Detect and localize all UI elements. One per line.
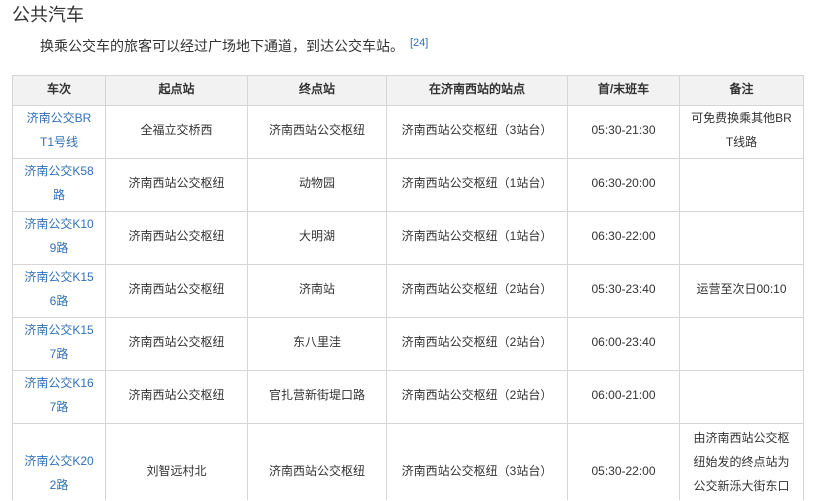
first-last-bus-cell: 06:00-23:40 <box>567 317 680 371</box>
column-header-route: 车次 <box>12 75 106 106</box>
note-cell: 由济南西站公交枢纽始发的终点站为公交新泺大街东口 <box>679 423 804 500</box>
column-header-hours: 首/末班车 <box>567 75 680 106</box>
first-last-bus-cell: 06:30-20:00 <box>567 158 680 212</box>
intro-text: 换乘公交车的旅客可以经过广场地下通道，到达公交车站。 <box>40 38 404 54</box>
column-header-end: 终点站 <box>247 75 387 106</box>
route-link[interactable]: 济南公交K109路 <box>24 212 95 260</box>
table-row: 济南公交K156路 济南西站公交枢纽 济南站 济南西站公交枢纽（2站台） 05:… <box>12 264 804 318</box>
reference-link[interactable]: [24] <box>410 37 428 49</box>
route-link[interactable]: 济南公交BRT1号线 <box>24 106 95 154</box>
note-text: 由济南西站公交枢纽始发的终点站为公交新泺大街东口 <box>693 431 790 493</box>
first-last-bus-cell: 06:00-21:00 <box>567 370 680 424</box>
first-last-bus-cell: 05:30-22:00 <box>567 423 680 500</box>
header-row: 车次 起点站 终点站 在济南西站的站点 首/末班车 备注 <box>12 75 804 106</box>
route-cell: 济南公交K156路 <box>12 264 106 318</box>
jinan-west-stop-cell: 济南西站公交枢纽（2站台） <box>386 264 568 318</box>
note-cell: 运营至次日00:10 <box>679 264 804 318</box>
column-header-stop: 在济南西站的站点 <box>386 75 568 106</box>
route-cell: 济南公交BRT1号线 <box>12 105 106 159</box>
end-stop-cell: 官扎营新街堤口路 <box>247 370 387 424</box>
note-cell <box>679 370 804 424</box>
jinan-west-stop-cell: 济南西站公交枢纽（1站台） <box>386 158 568 212</box>
route-link[interactable]: 济南公交K167路 <box>24 371 95 419</box>
table-row: 济南公交K202路 刘智远村北 济南西站公交枢纽 济南西站公交枢纽（3站台） 0… <box>12 423 804 500</box>
intro-paragraph: 换乘公交车的旅客可以经过广场地下通道，到达公交车站。 [24] <box>12 35 813 57</box>
start-stop-cell: 济南西站公交枢纽 <box>105 158 248 212</box>
column-header-start: 起点站 <box>105 75 248 106</box>
start-stop-cell: 济南西站公交枢纽 <box>105 264 248 318</box>
note-text: 可免费换乘其他BRT线路 <box>691 111 792 149</box>
table-row: 济南公交K157路 济南西站公交枢纽 东八里洼 济南西站公交枢纽（2站台） 06… <box>12 317 804 371</box>
bus-routes-table: 车次 起点站 终点站 在济南西站的站点 首/末班车 备注 济南公交BRT1号线 … <box>12 75 804 500</box>
end-stop-cell: 济南西站公交枢纽 <box>247 105 387 159</box>
note-cell <box>679 211 804 265</box>
jinan-west-stop-cell: 济南西站公交枢纽（2站台） <box>386 317 568 371</box>
end-stop-cell: 大明湖 <box>247 211 387 265</box>
route-cell: 济南公交K157路 <box>12 317 106 371</box>
first-last-bus-cell: 05:30-23:40 <box>567 264 680 318</box>
start-stop-cell: 刘智远村北 <box>105 423 248 500</box>
first-last-bus-cell: 05:30-21:30 <box>567 105 680 159</box>
column-header-note: 备注 <box>679 75 804 106</box>
table-row: 济南公交K167路 济南西站公交枢纽 官扎营新街堤口路 济南西站公交枢纽（2站台… <box>12 370 804 424</box>
table-row: 济南公交BRT1号线 全福立交桥西 济南西站公交枢纽 济南西站公交枢纽（3站台）… <box>12 105 804 159</box>
note-text: 运营至次日00:10 <box>696 282 787 296</box>
start-stop-cell: 济南西站公交枢纽 <box>105 317 248 371</box>
article-section: 公共汽车 换乘公交车的旅客可以经过广场地下通道，到达公交车站。 [24] 车次 起… <box>0 0 813 501</box>
reference-superscript: [24] <box>410 37 428 49</box>
route-cell: 济南公交K202路 <box>12 423 106 500</box>
section-heading: 公共汽车 <box>12 5 84 25</box>
first-last-bus-cell: 06:30-22:00 <box>567 211 680 265</box>
route-link[interactable]: 济南公交K156路 <box>24 265 95 313</box>
start-stop-cell: 济南西站公交枢纽 <box>105 370 248 424</box>
start-stop-cell: 全福立交桥西 <box>105 105 248 159</box>
end-stop-cell: 济南西站公交枢纽 <box>247 423 387 500</box>
route-cell: 济南公交K167路 <box>12 370 106 424</box>
end-stop-cell: 动物园 <box>247 158 387 212</box>
jinan-west-stop-cell: 济南西站公交枢纽（3站台） <box>386 423 568 500</box>
jinan-west-stop-cell: 济南西站公交枢纽（3站台） <box>386 105 568 159</box>
route-link[interactable]: 济南公交K58路 <box>24 159 95 207</box>
table-row: 济南公交K58路 济南西站公交枢纽 动物园 济南西站公交枢纽（1站台） 06:3… <box>12 158 804 212</box>
note-cell <box>679 317 804 371</box>
end-stop-cell: 济南站 <box>247 264 387 318</box>
table-row: 济南公交K109路 济南西站公交枢纽 大明湖 济南西站公交枢纽（1站台） 06:… <box>12 211 804 265</box>
end-stop-cell: 东八里洼 <box>247 317 387 371</box>
jinan-west-stop-cell: 济南西站公交枢纽（1站台） <box>386 211 568 265</box>
note-cell <box>679 158 804 212</box>
route-cell: 济南公交K109路 <box>12 211 106 265</box>
route-link[interactable]: 济南公交K202路 <box>24 449 95 497</box>
note-cell: 可免费换乘其他BRT线路 <box>679 105 804 159</box>
start-stop-cell: 济南西站公交枢纽 <box>105 211 248 265</box>
route-link[interactable]: 济南公交K157路 <box>24 318 95 366</box>
jinan-west-stop-cell: 济南西站公交枢纽（2站台） <box>386 370 568 424</box>
route-cell: 济南公交K58路 <box>12 158 106 212</box>
